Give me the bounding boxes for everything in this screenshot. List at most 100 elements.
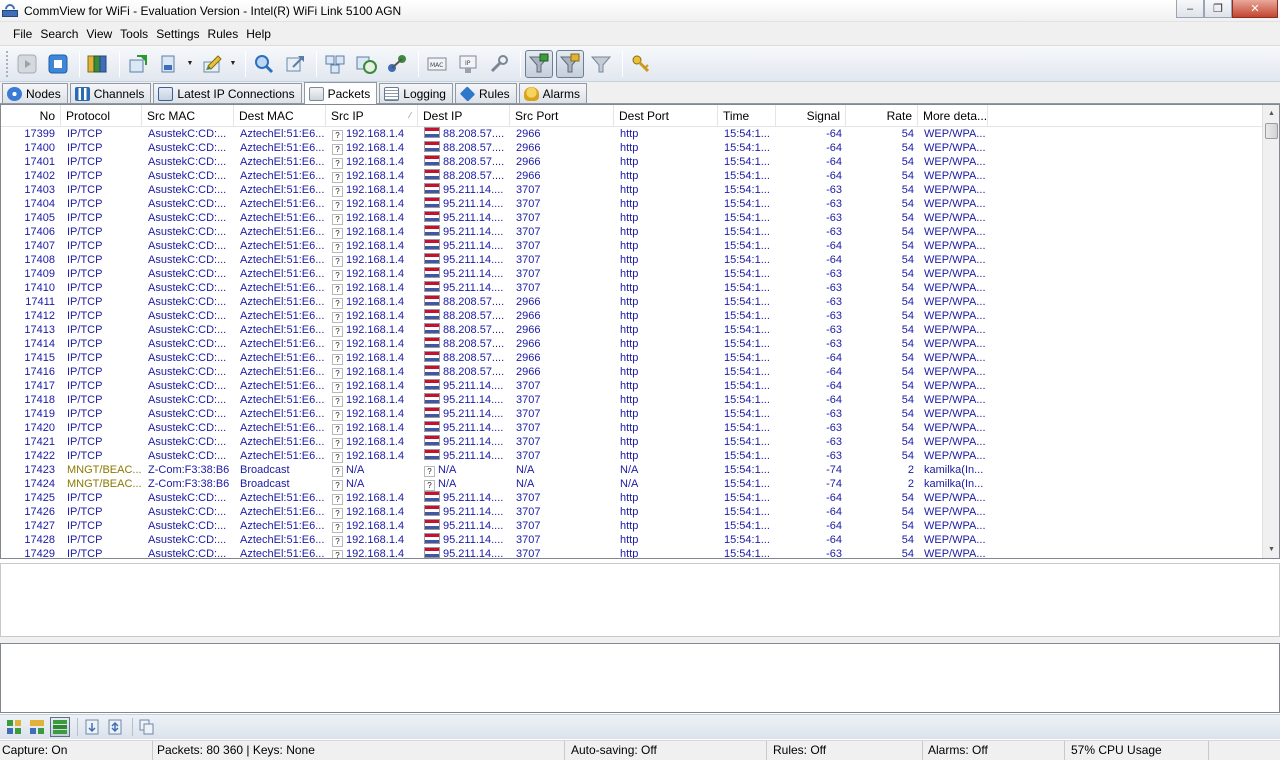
scroll-down-icon[interactable]: ▼ <box>1263 541 1279 558</box>
column-header-dest-mac[interactable]: Dest MAC <box>234 105 326 127</box>
packet-list[interactable]: No Protocol Src MAC Dest MAC Src IP ⁄ De… <box>0 104 1280 559</box>
tab-alarms[interactable]: Alarms <box>518 83 588 103</box>
table-row[interactable]: 17413 IP/TCP AsustekC:CD:... AztechEl:51:E6… <box>1 323 1263 337</box>
tab-channels[interactable]: Channels <box>69 83 152 103</box>
maximize-button[interactable]: ❐ <box>1204 0 1232 18</box>
menu-search[interactable]: Search <box>40 26 78 42</box>
column-header-src-ip[interactable]: Src IP ⁄ <box>326 105 418 127</box>
save-dropdown[interactable]: ▼ <box>186 50 194 78</box>
scroll-up-icon[interactable]: ▲ <box>1263 105 1279 122</box>
reconstruct-icon[interactable] <box>321 50 349 78</box>
scroll-icon[interactable] <box>82 717 102 737</box>
highlight-icon[interactable] <box>198 50 226 78</box>
cell-text: 15:54:1... <box>724 422 770 434</box>
table-row[interactable]: 17428 IP/TCP AsustekC:CD:... AztechEl:51:E6… <box>1 533 1263 547</box>
cell-rate: 54 <box>846 211 914 225</box>
single-pane-icon[interactable] <box>50 717 70 737</box>
play-icon[interactable] <box>13 50 41 78</box>
tab-latest-ip-connections[interactable]: Latest IP Connections <box>153 83 302 103</box>
sessions-icon[interactable] <box>352 50 380 78</box>
table-row[interactable]: 17412 IP/TCP AsustekC:CD:... AztechEl:51:E6… <box>1 309 1263 323</box>
nodes-reassign-icon[interactable] <box>383 50 411 78</box>
table-row[interactable]: 17402 IP/TCP AsustekC:CD:... AztechEl:51:E6… <box>1 169 1263 183</box>
filter-mac-icon[interactable] <box>556 49 584 78</box>
open-map-icon[interactable] <box>84 50 112 78</box>
cell-text: AsustekC:CD:... <box>148 338 227 350</box>
column-header-no[interactable]: No <box>1 105 61 127</box>
table-row[interactable]: 17405 IP/TCP AsustekC:CD:... AztechEl:51:E6… <box>1 211 1263 225</box>
table-row[interactable]: 17411 IP/TCP AsustekC:CD:... AztechEl:51:E6… <box>1 295 1263 309</box>
table-row[interactable]: 17415 IP/TCP AsustekC:CD:... AztechEl:51:E6… <box>1 351 1263 365</box>
filter-funnel-icon[interactable] <box>587 50 615 78</box>
split-icon[interactable] <box>27 717 47 737</box>
column-header-src-mac[interactable]: Src MAC <box>142 105 234 127</box>
menu-rules[interactable]: Rules <box>208 26 239 42</box>
column-header-dest-port[interactable]: Dest Port <box>614 105 718 127</box>
app-icon[interactable] <box>2 1 18 18</box>
copy-icon[interactable] <box>137 717 157 737</box>
column-header-rate[interactable]: Rate <box>846 105 918 127</box>
table-row[interactable]: 17417 IP/TCP AsustekC:CD:... AztechEl:51:E6… <box>1 379 1263 393</box>
search-icon[interactable] <box>250 50 278 78</box>
packet-list-scrollbar[interactable]: ▲ ▼ <box>1262 105 1279 558</box>
menu-settings[interactable]: Settings <box>156 26 199 42</box>
table-row[interactable]: 17403 IP/TCP AsustekC:CD:... AztechEl:51:E6… <box>1 183 1263 197</box>
table-row[interactable]: 17416 IP/TCP AsustekC:CD:... AztechEl:51:E6… <box>1 365 1263 379</box>
tab-packets[interactable]: Packets <box>303 82 378 104</box>
tab-logging[interactable]: Logging <box>379 83 453 103</box>
table-row[interactable]: 17424 MNGT/BEAC... Z-Com:F3:38:B6 Broadcast… <box>1 477 1263 491</box>
table-row[interactable]: 17426 IP/TCP AsustekC:CD:... AztechEl:51:E6… <box>1 505 1263 519</box>
minimize-button[interactable]: ‒ <box>1176 0 1204 18</box>
cell-text: 192.168.1.4 <box>346 198 405 210</box>
table-row[interactable]: 17422 IP/TCP AsustekC:CD:... AztechEl:51:E6… <box>1 449 1263 463</box>
menu-tools[interactable]: Tools <box>120 26 148 42</box>
table-row[interactable]: 17409 IP/TCP AsustekC:CD:... AztechEl:51:E6… <box>1 267 1263 281</box>
menu-file[interactable]: File <box>13 26 32 42</box>
table-row[interactable]: 17408 IP/TCP AsustekC:CD:... AztechEl:51:E6… <box>1 253 1263 267</box>
table-row[interactable]: 17421 IP/TCP AsustekC:CD:... AztechEl:51:E6… <box>1 435 1263 449</box>
table-row[interactable]: 17400 IP/TCP AsustekC:CD:... AztechEl:51:E6… <box>1 141 1263 155</box>
table-row[interactable]: 17420 IP/TCP AsustekC:CD:... AztechEl:51:E6… <box>1 421 1263 435</box>
tab-nodes[interactable]: Nodes <box>2 83 68 103</box>
mac-alias-icon[interactable]: MAC <box>423 50 451 78</box>
table-row[interactable]: 17418 IP/TCP AsustekC:CD:... AztechEl:51:E6… <box>1 393 1263 407</box>
table-row[interactable]: 17419 IP/TCP AsustekC:CD:... AztechEl:51:E6… <box>1 407 1263 421</box>
scroll-thumb[interactable] <box>1265 123 1278 139</box>
packet-decoder-pane[interactable] <box>0 563 1280 637</box>
toolbar-grip[interactable] <box>6 50 9 77</box>
column-header-dest-ip[interactable]: Dest IP <box>418 105 510 127</box>
close-button[interactable]: ✕ <box>1232 0 1278 18</box>
ip-alias-icon[interactable]: IP <box>454 50 482 78</box>
keys-icon[interactable] <box>627 50 655 78</box>
packet-hex-pane[interactable] <box>0 643 1280 713</box>
cell-text: -64 <box>826 380 842 392</box>
table-row[interactable]: 17399 IP/TCP AsustekC:CD:... AztechEl:51:E6… <box>1 127 1263 141</box>
export-icon[interactable] <box>281 50 309 78</box>
table-row[interactable]: 17427 IP/TCP AsustekC:CD:... AztechEl:51:E6… <box>1 519 1263 533</box>
table-row[interactable]: 17423 MNGT/BEAC... Z-Com:F3:38:B6 Broadcast… <box>1 463 1263 477</box>
filter-monitor-icon[interactable] <box>525 49 553 78</box>
menu-view[interactable]: View <box>86 26 112 42</box>
table-row[interactable]: 17401 IP/TCP AsustekC:CD:... AztechEl:51:E6… <box>1 155 1263 169</box>
column-header-src-port[interactable]: Src Port <box>510 105 614 127</box>
table-row[interactable]: 17407 IP/TCP AsustekC:CD:... AztechEl:51:E6… <box>1 239 1263 253</box>
table-row[interactable]: 17406 IP/TCP AsustekC:CD:... AztechEl:51:E6… <box>1 225 1263 239</box>
column-header-signal[interactable]: Signal <box>776 105 846 127</box>
stop-icon[interactable] <box>44 50 72 78</box>
highlight-dropdown[interactable]: ▼ <box>229 50 237 78</box>
table-row[interactable]: 17425 IP/TCP AsustekC:CD:... AztechEl:51:E6… <box>1 491 1263 505</box>
table-row[interactable]: 17404 IP/TCP AsustekC:CD:... AztechEl:51:E6… <box>1 197 1263 211</box>
table-row[interactable]: 17414 IP/TCP AsustekC:CD:... AztechEl:51:E6… <box>1 337 1263 351</box>
save-icon[interactable] <box>155 50 183 78</box>
column-header-protocol[interactable]: Protocol <box>61 105 142 127</box>
tools-icon[interactable] <box>485 50 513 78</box>
table-row[interactable]: 17410 IP/TCP AsustekC:CD:... AztechEl:51:E6… <box>1 281 1263 295</box>
table-row[interactable]: 17429 IP/TCP AsustekC:CD:... AztechEl:51:E6… <box>1 547 1263 558</box>
column-header-more-details[interactable]: More deta... <box>918 105 988 127</box>
menu-help[interactable]: Help <box>246 26 271 42</box>
tab-rules[interactable]: Rules <box>454 83 517 103</box>
new-window-icon[interactable] <box>124 50 152 78</box>
autoscroll-icon[interactable] <box>105 717 125 737</box>
column-header-time[interactable]: Time <box>718 105 776 127</box>
tile-icon[interactable] <box>4 717 24 737</box>
